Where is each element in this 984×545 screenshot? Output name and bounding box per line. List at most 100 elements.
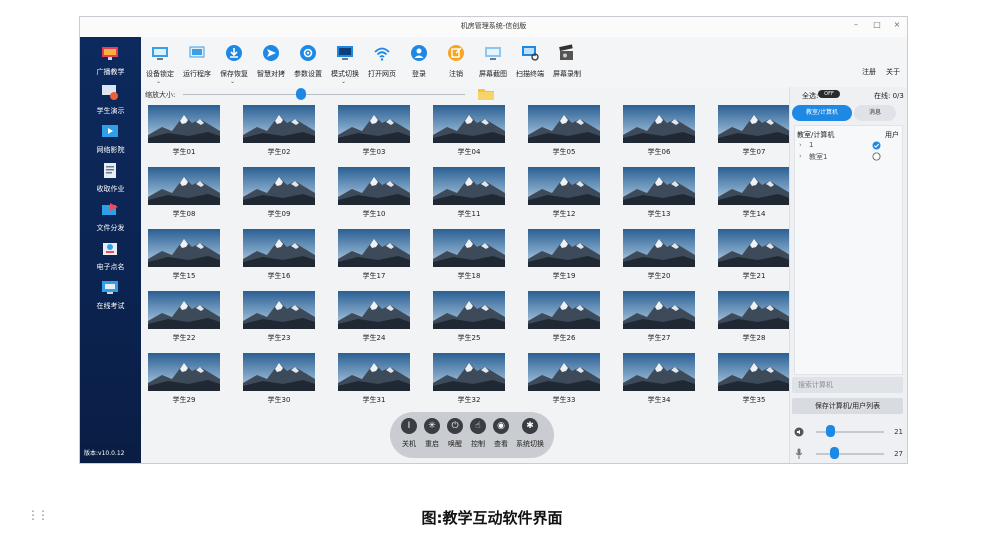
tool-screenshot[interactable]: 屏幕截图 (476, 41, 510, 87)
student-screen-thumbnail[interactable] (718, 229, 790, 267)
student-tile[interactable]: 学生30 (243, 349, 315, 405)
search-computer-input[interactable]: 搜索计算机 (792, 377, 903, 393)
student-screen-thumbnail[interactable] (243, 229, 315, 267)
student-tile[interactable]: 学生14 (718, 163, 790, 219)
student-screen-thumbnail[interactable] (433, 291, 505, 329)
sidebar-item-homework[interactable]: 收取作业 (80, 160, 141, 198)
tool-settings[interactable]: 参数设置 (291, 41, 325, 87)
student-tile[interactable]: 学生26 (528, 287, 600, 343)
student-tile[interactable]: 学生28 (718, 287, 790, 343)
student-tile[interactable]: 学生34 (623, 349, 695, 405)
tool-scan-terminal[interactable]: 扫描终端 (513, 41, 547, 87)
tab-messages[interactable]: 消息 (854, 105, 896, 121)
student-tile[interactable]: 学生04 (433, 101, 505, 157)
unchecked-icon[interactable] (872, 152, 881, 161)
tool-save-restore[interactable]: 保存恢复 ⌄ (217, 41, 251, 87)
student-screen-thumbnail[interactable] (528, 167, 600, 205)
student-screen-thumbnail[interactable] (433, 105, 505, 143)
student-screen-thumbnail[interactable] (148, 291, 220, 329)
student-tile[interactable]: 学生09 (243, 163, 315, 219)
student-tile[interactable]: 学生15 (148, 225, 220, 281)
student-screen-thumbnail[interactable] (528, 353, 600, 391)
student-screen-thumbnail[interactable] (148, 353, 220, 391)
student-tile[interactable]: 学生08 (148, 163, 220, 219)
student-tile[interactable]: 学生24 (338, 287, 410, 343)
student-tile[interactable]: 学生12 (528, 163, 600, 219)
student-screen-thumbnail[interactable] (433, 353, 505, 391)
student-screen-thumbnail[interactable] (148, 167, 220, 205)
tree-item-label[interactable]: 教室1 (809, 152, 827, 162)
student-screen-thumbnail[interactable] (148, 229, 220, 267)
student-tile[interactable]: 学生18 (433, 225, 505, 281)
student-tile[interactable]: 学生33 (528, 349, 600, 405)
zoom-slider-track[interactable] (183, 94, 465, 95)
student-tile[interactable]: 学生32 (433, 349, 505, 405)
select-all-toggle[interactable]: OFF (818, 90, 840, 98)
student-tile[interactable]: 学生03 (338, 101, 410, 157)
student-tile[interactable]: 学生13 (623, 163, 695, 219)
tool-login[interactable]: 登录 (402, 41, 436, 87)
mic-volume-track[interactable] (816, 453, 884, 455)
register-link[interactable]: 注册 (862, 67, 876, 77)
student-tile[interactable]: 学生11 (433, 163, 505, 219)
chevron-down-icon[interactable]: ⌄ (230, 78, 235, 85)
student-screen-thumbnail[interactable] (623, 167, 695, 205)
tool-logout[interactable]: 注销 (439, 41, 473, 87)
tool-mode-switch[interactable]: 模式切换 ⌄ (328, 41, 362, 87)
tool-screen-record[interactable]: 屏幕录制 (550, 41, 584, 87)
student-tile[interactable]: 学生31 (338, 349, 410, 405)
student-tile[interactable]: 学生10 (338, 163, 410, 219)
about-link[interactable]: 关于 (886, 67, 900, 77)
tab-classroom-computer[interactable]: 教室/计算机 (792, 105, 852, 121)
minimize-button[interactable]: – (849, 20, 863, 29)
student-screen-thumbnail[interactable] (243, 167, 315, 205)
student-screen-thumbnail[interactable] (338, 105, 410, 143)
sidebar-item-cinema[interactable]: 网络影院 (80, 121, 141, 159)
student-screen-thumbnail[interactable] (718, 167, 790, 205)
student-screen-thumbnail[interactable] (243, 105, 315, 143)
student-screen-thumbnail[interactable] (243, 291, 315, 329)
chevron-down-icon[interactable]: ⌄ (156, 78, 161, 85)
student-screen-thumbnail[interactable] (338, 167, 410, 205)
student-screen-thumbnail[interactable] (623, 291, 695, 329)
student-screen-thumbnail[interactable] (718, 291, 790, 329)
student-screen-thumbnail[interactable] (623, 353, 695, 391)
tree-item-label[interactable]: 1 (809, 141, 813, 149)
student-tile[interactable]: 学生29 (148, 349, 220, 405)
student-screen-thumbnail[interactable] (528, 229, 600, 267)
student-tile[interactable]: 学生07 (718, 101, 790, 157)
student-tile[interactable]: 学生23 (243, 287, 315, 343)
tool-open-web[interactable]: 打开网页 (365, 41, 399, 87)
student-screen-thumbnail[interactable] (623, 105, 695, 143)
tool-smart-copy[interactable]: 智慧对拷 (254, 41, 288, 87)
mic-volume-handle[interactable] (830, 447, 840, 459)
sidebar-item-student-demo[interactable]: 学生演示 (80, 82, 141, 120)
student-screen-thumbnail[interactable] (623, 229, 695, 267)
tool-device-lock[interactable]: 设备锁定 ⌄ (143, 41, 177, 87)
student-tile[interactable]: 学生16 (243, 225, 315, 281)
student-tile[interactable]: 学生19 (528, 225, 600, 281)
student-tile[interactable]: 学生01 (148, 101, 220, 157)
student-screen-thumbnail[interactable] (243, 353, 315, 391)
student-screen-thumbnail[interactable] (718, 353, 790, 391)
folder-icon[interactable] (477, 87, 495, 101)
chevron-right-icon[interactable]: › (799, 141, 802, 149)
student-tile[interactable]: 学生06 (623, 101, 695, 157)
student-screen-thumbnail[interactable] (433, 167, 505, 205)
save-list-button[interactable]: 保存计算机/用户列表 (792, 398, 903, 414)
student-tile[interactable]: 学生20 (623, 225, 695, 281)
student-tile[interactable]: 学生02 (243, 101, 315, 157)
student-tile[interactable]: 学生05 (528, 101, 600, 157)
student-tile[interactable]: 学生21 (718, 225, 790, 281)
sidebar-item-rollcall[interactable]: 电子点名 (80, 238, 141, 276)
student-screen-thumbnail[interactable] (148, 105, 220, 143)
chevron-down-icon[interactable]: ⌄ (341, 78, 346, 85)
student-screen-thumbnail[interactable] (338, 291, 410, 329)
speaker-volume-handle[interactable] (826, 425, 836, 437)
student-tile[interactable]: 学生27 (623, 287, 695, 343)
sidebar-item-exam[interactable]: 在线考试 (80, 277, 141, 315)
student-screen-thumbnail[interactable] (338, 229, 410, 267)
sidebar-item-file-distribute[interactable]: 文件分发 (80, 199, 141, 237)
student-screen-thumbnail[interactable] (433, 229, 505, 267)
student-tile[interactable]: 学生22 (148, 287, 220, 343)
